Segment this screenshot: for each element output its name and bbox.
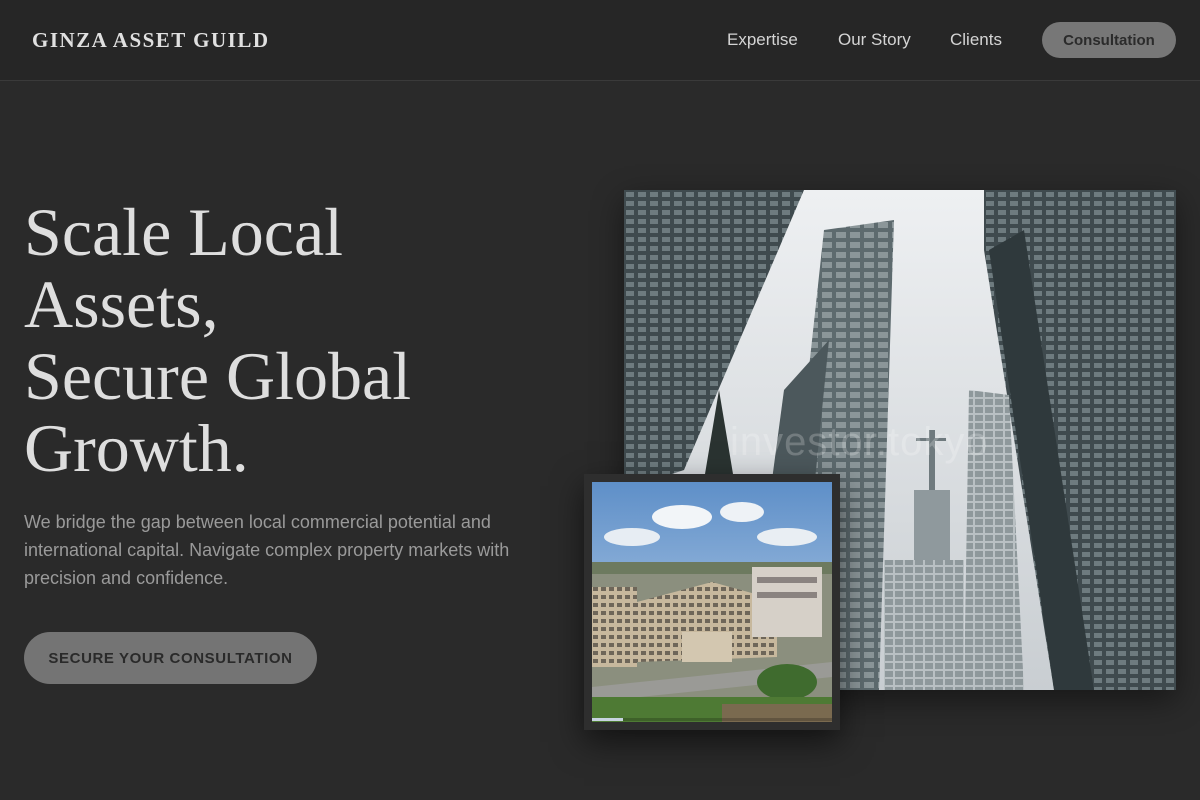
headline-line-3: Secure Global: [24, 338, 412, 414]
site-header: GINZA ASSET GUILD Expertise Our Story Cl…: [0, 0, 1200, 81]
slide-progress-bar: [592, 718, 832, 721]
brand-logo[interactable]: GINZA ASSET GUILD: [32, 28, 270, 53]
secure-consultation-button[interactable]: SECURE YOUR CONSULTATION: [24, 632, 317, 684]
nav-link-clients[interactable]: Clients: [950, 30, 1002, 50]
headline-line-4: Growth.: [24, 410, 249, 486]
hero-intro: We bridge the gap between local commerci…: [24, 512, 510, 588]
commercial-building-aerial-photo: [592, 482, 832, 722]
consultation-button[interactable]: Consultation: [1042, 22, 1176, 58]
headline-line-1: Scale Local: [24, 194, 344, 270]
nav-link-our-story[interactable]: Our Story: [838, 30, 911, 50]
hero-headline: Scale Local Assets, Secure Global Growth…: [24, 196, 584, 484]
slide-progress-fill: [592, 718, 624, 721]
nav-link-expertise[interactable]: Expertise: [727, 30, 798, 50]
headline-line-2: Assets,: [24, 266, 219, 342]
watermark-text: investor.tokyo: [730, 420, 989, 464]
aerial-building-illustration: [592, 482, 832, 722]
